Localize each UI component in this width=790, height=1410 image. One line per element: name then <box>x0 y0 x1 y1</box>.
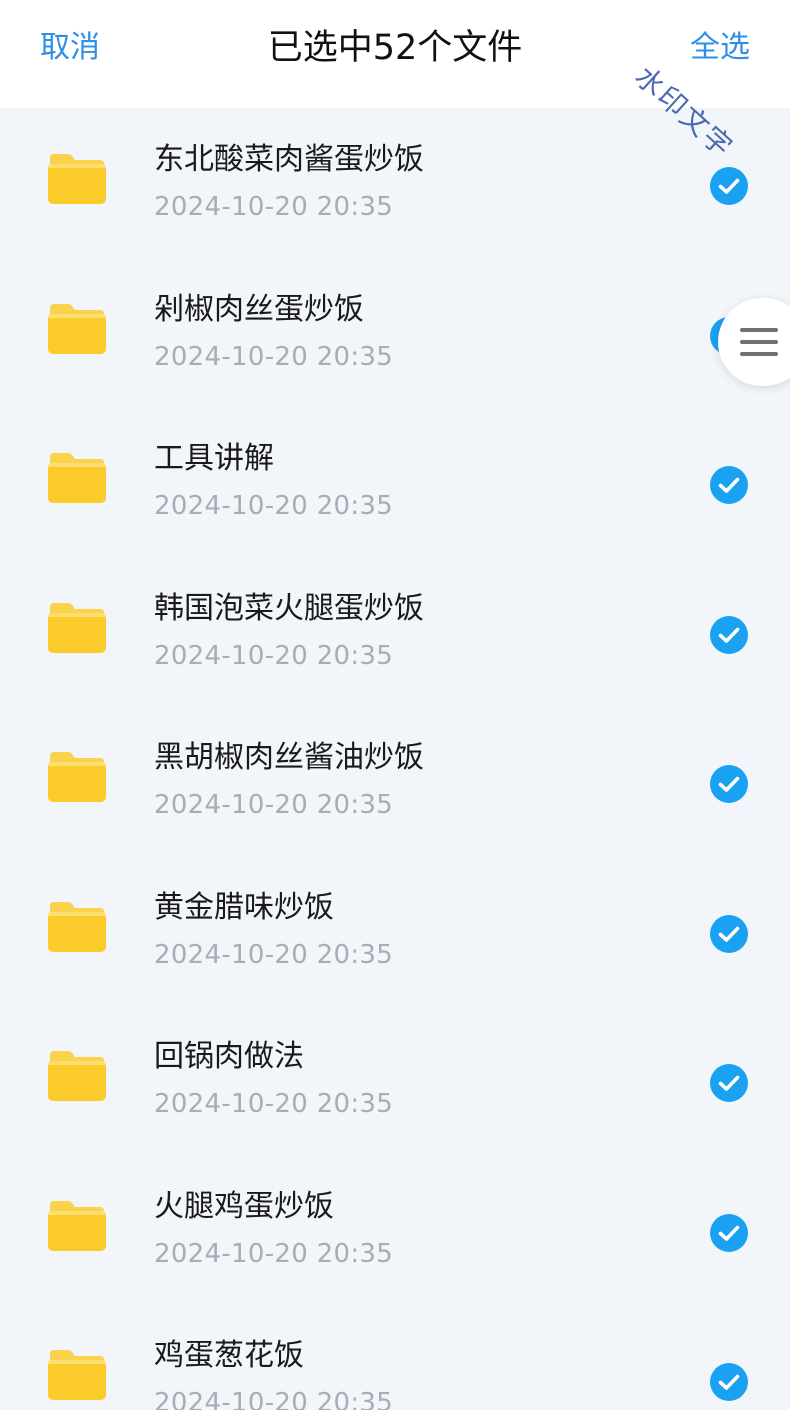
file-date: 2024-10-20 20:35 <box>154 1238 394 1269</box>
folder-icon <box>46 1346 108 1404</box>
file-name: 黑胡椒肉丝酱油炒饭 <box>154 740 424 775</box>
file-date: 2024-10-20 20:35 <box>154 192 394 222</box>
folder-icon <box>46 748 108 806</box>
checkmark-icon[interactable] <box>710 466 748 504</box>
file-date: 2024-10-20 20:35 <box>154 790 394 820</box>
list-item[interactable]: 黄金腊味炒饭 2024-10-20 20:35 <box>0 856 790 1006</box>
file-date: 2024-10-20 20:35 <box>154 939 394 970</box>
checkmark-icon[interactable] <box>710 1213 748 1252</box>
file-date: 2024-10-20 20:35 <box>154 1089 394 1119</box>
folder-icon <box>46 599 108 657</box>
folder-icon <box>46 150 108 208</box>
file-name: 东北酸菜肉酱蛋炒饭 <box>154 142 424 177</box>
file-name: 剁椒肉丝蛋炒饭 <box>154 291 364 327</box>
list-item[interactable]: 剁椒肉丝蛋炒饭 2024-10-20 20:35 <box>0 258 790 408</box>
select-all-button[interactable]: 全选 <box>690 26 750 70</box>
menu-icon-bar <box>740 340 778 344</box>
menu-icon-bar <box>740 352 778 356</box>
file-name: 回锅肉做法 <box>154 1039 304 1074</box>
file-date: 2024-10-20 20:35 <box>154 1388 394 1410</box>
file-list: 东北酸菜肉酱蛋炒饭 2024-10-20 20:35 剁椒肉丝蛋炒饭 2024-10-… <box>0 108 790 1410</box>
checkmark-icon[interactable] <box>710 1363 748 1401</box>
checkmark-icon[interactable] <box>710 1064 748 1102</box>
list-item[interactable]: 东北酸菜肉酱蛋炒饭 2024-10-20 20:35 <box>0 108 790 258</box>
file-date: 2024-10-20 20:35 <box>154 341 394 372</box>
checkmark-icon[interactable] <box>710 615 748 654</box>
list-item[interactable]: 鸡蛋葱花饭 2024-10-20 20:35 <box>0 1304 790 1410</box>
list-item[interactable]: 火腿鸡蛋炒饭 2024-10-20 20:35 <box>0 1155 790 1305</box>
folder-icon <box>46 1197 108 1255</box>
list-item[interactable]: 回锅肉做法 2024-10-20 20:35 <box>0 1005 790 1155</box>
file-name: 黄金腊味炒饭 <box>154 889 334 925</box>
file-name: 鸡蛋葱花饭 <box>154 1338 304 1373</box>
folder-icon <box>46 898 108 956</box>
list-item[interactable]: 工具讲解 2024-10-20 20:35 <box>0 407 790 557</box>
folder-icon <box>46 300 108 358</box>
file-date: 2024-10-20 20:35 <box>154 491 394 521</box>
list-item[interactable]: 韩国泡菜火腿蛋炒饭 2024-10-20 20:35 <box>0 557 790 707</box>
page-title: 已选中52个文件 <box>267 28 523 68</box>
checkmark-icon[interactable] <box>710 765 748 803</box>
file-name: 火腿鸡蛋炒饭 <box>154 1188 334 1224</box>
menu-icon <box>740 328 778 332</box>
folder-icon <box>46 449 108 507</box>
folder-icon <box>46 1047 108 1105</box>
checkmark-icon[interactable] <box>710 914 748 953</box>
file-date: 2024-10-20 20:35 <box>154 640 394 671</box>
checkmark-icon[interactable] <box>710 167 748 205</box>
file-name: 工具讲解 <box>154 441 274 476</box>
file-name: 韩国泡菜火腿蛋炒饭 <box>154 590 424 626</box>
list-item[interactable]: 黑胡椒肉丝酱油炒饭 2024-10-20 20:35 <box>0 706 790 856</box>
